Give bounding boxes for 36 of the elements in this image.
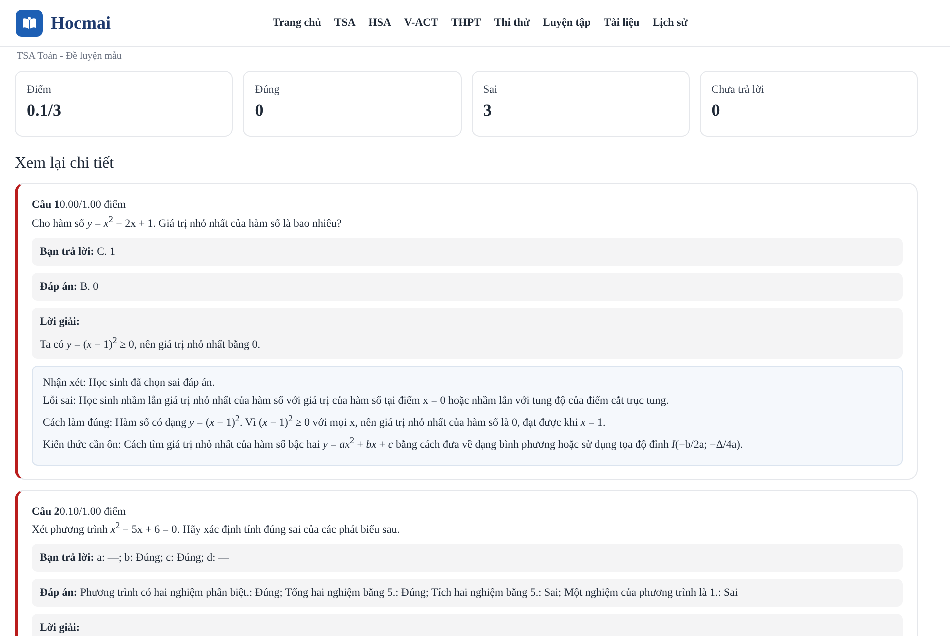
nav-link[interactable]: TSA xyxy=(334,17,356,29)
nav-link[interactable]: Thi thử xyxy=(494,17,530,29)
brand-name: Hocmai xyxy=(51,12,111,34)
stat-label: Chưa trả lời xyxy=(712,84,766,96)
stat-value: 0 xyxy=(255,101,265,121)
nav-link[interactable]: THPT xyxy=(451,17,482,29)
solution-text: Ta có y = (x − 1)$^{2}$ ≥ 0, nên giá trị nhỏ nhất bằng 0. xyxy=(40,336,262,352)
section-title: Xem lại chi tiết xyxy=(15,155,116,173)
nav-link[interactable]: V-ACT xyxy=(404,17,438,29)
nav-link[interactable]: Lịch sử xyxy=(652,17,688,29)
feedback-line: Cách làm đúng: Hàm số có dạng y = (x − 1)$^{2}$. Vì (x − 1)$^{2}$ ≥ 0 với mọi x, nên giá trị nhỏ nhất của hàm số là 0, đạt được khi x = 1. xyxy=(43,413,607,429)
nav-link[interactable]: Luyện tập xyxy=(543,17,592,29)
stat-value: 0 xyxy=(712,101,722,121)
nav-link[interactable]: Trang chủ xyxy=(273,17,322,29)
feedback-line: Kiến thức cần ôn: Cách tìm giá trị nhỏ nhất của hàm số bậc hai y = ax$^{2}$ + bx + c bằng cách đưa về dạng bình phương hoặc sử dụng tọa độ đỉnh I(−b/2a; −Δ/4a). xyxy=(43,434,744,451)
stat-label: Đúng xyxy=(255,84,281,96)
question-text: Cho hàm số y = x$^{2}$ − 2x + 1. Giá trị nhỏ nhất của hàm số là bao nhiêu? xyxy=(32,214,343,230)
feedback-line: Nhận xét: Học sinh đã chọn sai đáp án. xyxy=(43,377,216,390)
stat-label: Sai xyxy=(484,84,499,96)
solution-label: Lời giải: xyxy=(40,622,80,634)
answer-row: Bạn trả lời: C. 1 xyxy=(32,238,903,266)
question-header: Câu 20.10/1.00 điểm xyxy=(32,506,128,518)
solution-label: Lời giải: xyxy=(40,316,80,328)
stat-value: 3 xyxy=(484,101,493,121)
answer-row: Bạn trả lời: a: —; b: Đúng; c: Đúng; d: — xyxy=(32,544,903,572)
answer-row: Đáp án: Phương trình có hai nghiệm phân biệt.: Đúng; Tổng hai nghiệm bằng 5.: Đúng; Tích hai nghiệm bằng 5.: Sai; Một nghiệm của phương trình là 1.: Sai xyxy=(32,579,903,608)
question-text: Xét phương trình x$^{2}$ − 5x + 6 = 0. Hãy xác định tính đúng sai của các phát biểu sau. xyxy=(32,520,401,536)
stat-value: 0.1/3 xyxy=(27,101,62,121)
answer-row: Đáp án: B. 0 xyxy=(32,272,903,301)
question-header: Câu 10.00/1.00 điểm xyxy=(32,199,128,211)
breadcrumb: TSA Toán - Đề luyện mẫu xyxy=(17,51,122,62)
book-logo-icon xyxy=(16,10,43,36)
feedback-line: Lỗi sai: Học sinh nhầm lẫn giá trị nhỏ nhất của hàm số với giá trị của hàm số tại điểm x = 0 hoặc nhầm lẫn với tung độ của điểm cắt trục tung. xyxy=(43,395,670,408)
nav-link[interactable]: HSA xyxy=(368,17,392,29)
stat-label: Điểm xyxy=(27,84,52,96)
nav-link[interactable]: Tài liệu xyxy=(604,17,640,29)
